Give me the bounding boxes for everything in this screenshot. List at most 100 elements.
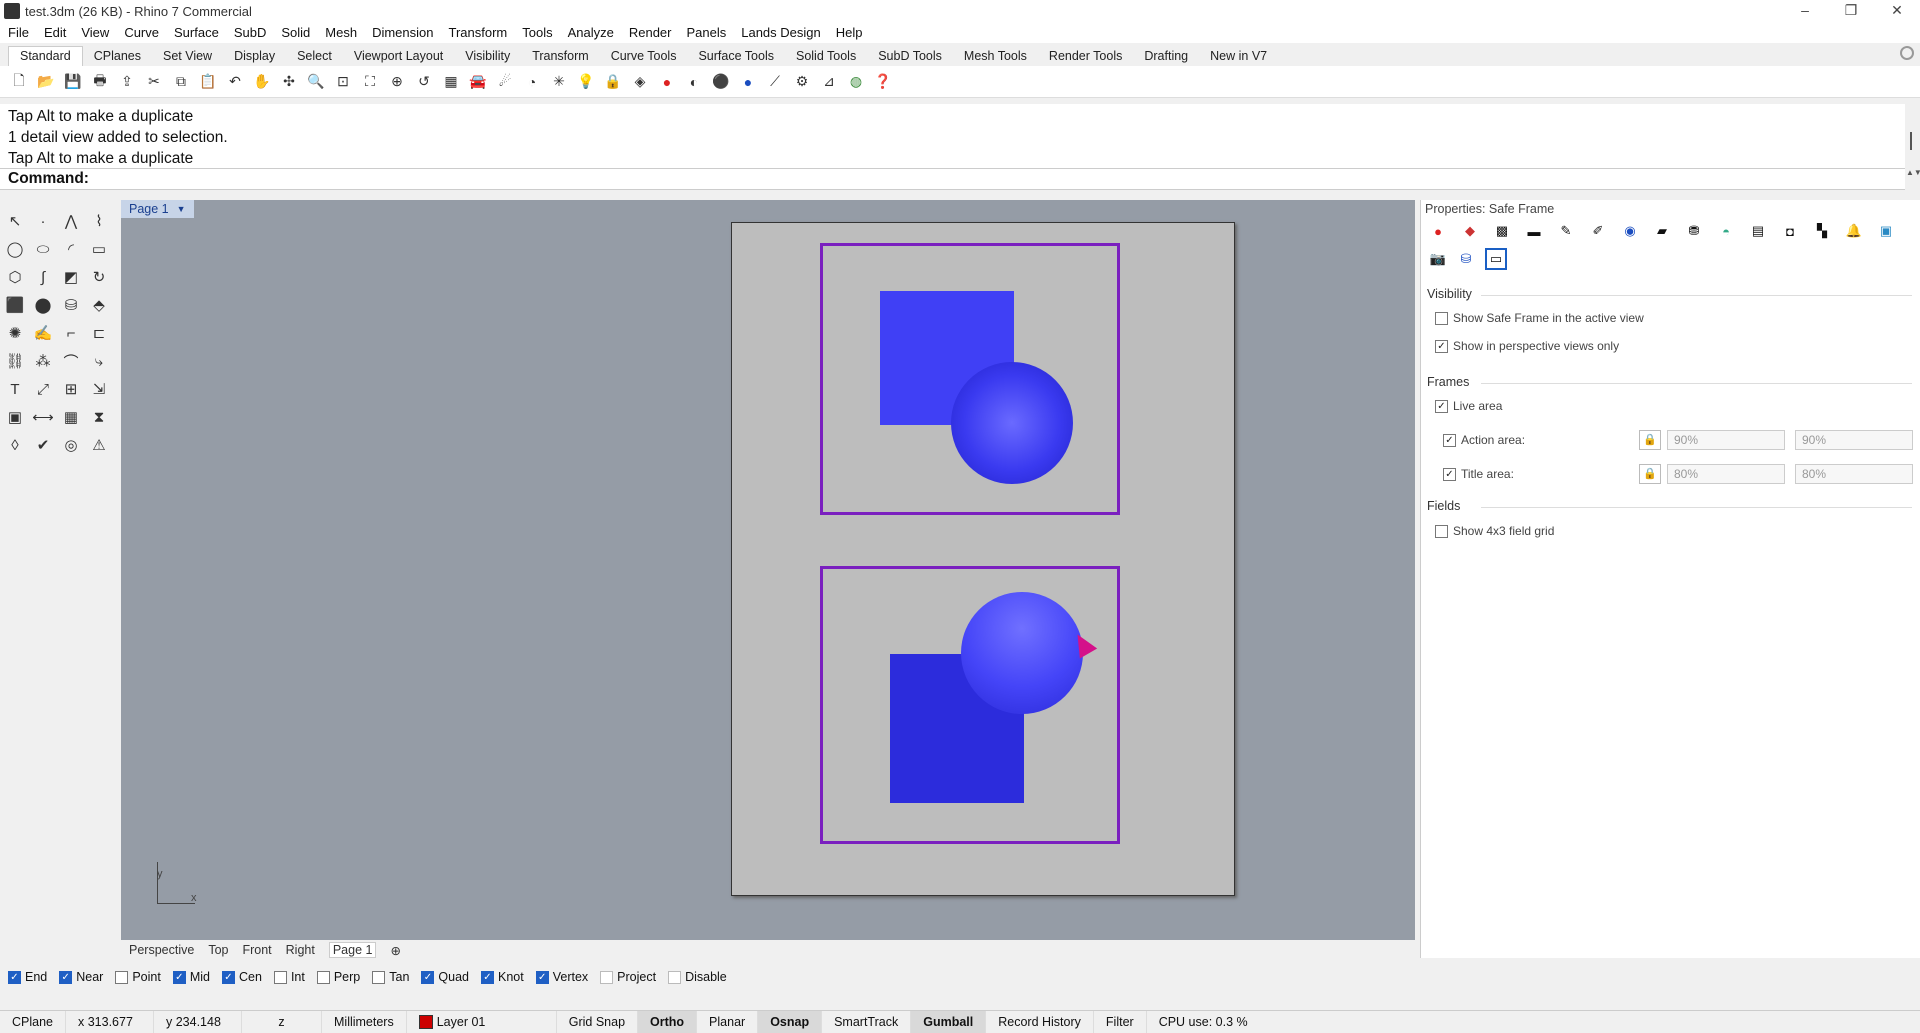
osnap-end[interactable]: ✓ End <box>8 970 47 984</box>
minimize-button[interactable]: – <box>1782 0 1828 22</box>
tab-new-in-v7[interactable]: New in V7 <box>1199 47 1278 66</box>
help-icon[interactable]: ❓ <box>872 71 894 93</box>
join-icon[interactable]: ⛓ <box>4 350 26 372</box>
revolve-icon[interactable]: ↻ <box>88 266 110 288</box>
show-field-grid-row[interactable]: Show 4x3 field grid <box>1435 524 1554 538</box>
move-icon[interactable]: ⤢ <box>32 378 54 400</box>
osnap-disable[interactable]: Disable <box>668 970 727 984</box>
paste-icon[interactable]: 📋 <box>197 71 219 93</box>
pan-icon[interactable]: ✋ <box>251 71 273 93</box>
osnap-perp[interactable]: Perp <box>316 970 360 984</box>
detail-view-top[interactable] <box>820 243 1120 515</box>
print-icon[interactable]: 🖶 <box>89 71 111 93</box>
osnap-project-checkbox[interactable] <box>600 970 614 984</box>
mesh-icon[interactable]: ✺ <box>4 322 26 344</box>
tab-select[interactable]: Select <box>286 47 343 66</box>
four-viewports-icon[interactable]: ▦ <box>440 71 462 93</box>
title-area-lock-icon[interactable]: 🔒 <box>1639 464 1661 484</box>
tab-mesh-tools[interactable]: Mesh Tools <box>953 47 1038 66</box>
command-scrollbar[interactable]: ▲▼ <box>1906 104 1920 190</box>
osnap-near-checkbox[interactable]: ✓ <box>59 970 73 984</box>
live-area-checkbox[interactable]: ✓ <box>1435 399 1448 413</box>
tab-perspective[interactable]: Perspective <box>129 943 194 957</box>
trim-icon[interactable]: ⌒ <box>60 350 82 372</box>
menu-lands-design[interactable]: Lands Design <box>741 25 821 40</box>
show-field-grid-checkbox[interactable] <box>1435 524 1448 538</box>
menu-file[interactable]: File <box>8 25 29 40</box>
layers-icon[interactable]: ◈ <box>629 71 651 93</box>
surface-icon[interactable]: ◩ <box>60 266 82 288</box>
gear-icon[interactable] <box>1900 46 1914 60</box>
osnap-quad[interactable]: ✓ Quad <box>421 970 469 984</box>
ground-plane-icon[interactable]: ▰ <box>1653 222 1671 240</box>
osnap-perp-checkbox[interactable] <box>316 970 330 984</box>
lock-icon[interactable]: 🔒 <box>602 71 624 93</box>
osnap-tan-checkbox[interactable] <box>372 970 386 984</box>
show-perspective-only-checkbox[interactable]: ✓ <box>1435 339 1448 353</box>
text-icon[interactable]: ✍ <box>32 322 54 344</box>
osnap-mid-checkbox[interactable]: ✓ <box>172 970 186 984</box>
undo-icon[interactable]: ↶ <box>224 71 246 93</box>
show-perspective-only-row[interactable]: ✓ Show in perspective views only <box>1435 339 1619 353</box>
box-icon[interactable]: ⬛ <box>4 294 26 316</box>
status-cplane[interactable]: CPlane <box>0 1010 66 1033</box>
text-object-icon[interactable]: T <box>4 378 26 400</box>
chevron-down-icon[interactable]: ▼ <box>177 204 186 214</box>
circle-icon[interactable]: ◯ <box>4 238 26 260</box>
boolean-icon[interactable]: ⬤ <box>32 294 54 316</box>
menu-subd[interactable]: SubD <box>234 25 267 40</box>
menu-dimension[interactable]: Dimension <box>372 25 433 40</box>
menu-transform[interactable]: Transform <box>448 25 507 40</box>
tab-curve-tools[interactable]: Curve Tools <box>600 47 688 66</box>
options-icon[interactable]: ⚙ <box>791 71 813 93</box>
osnap-disable-checkbox[interactable] <box>668 970 682 984</box>
tab-cplanes[interactable]: CPlanes <box>83 47 152 66</box>
status-record-history[interactable]: Record History <box>986 1010 1094 1033</box>
color-wheel-icon[interactable]: ● <box>656 71 678 93</box>
live-area-row[interactable]: ✓ Live area <box>1435 399 1502 413</box>
osnap-end-checkbox[interactable]: ✓ <box>8 970 21 984</box>
layout-viewport[interactable]: Page 1 ▼ y x <box>121 200 1415 940</box>
save-icon[interactable]: 💾 <box>62 71 84 93</box>
osnap-int-checkbox[interactable] <box>273 970 287 984</box>
tab-drafting[interactable]: Drafting <box>1133 47 1199 66</box>
tab-top[interactable]: Top <box>208 943 228 957</box>
rectangle-icon[interactable]: ▭ <box>88 238 110 260</box>
undo-view-icon[interactable]: ↺ <box>413 71 435 93</box>
tab-display[interactable]: Display <box>223 47 286 66</box>
tab-page-1[interactable]: Page 1 <box>328 942 377 958</box>
rotate-view-icon[interactable]: ✣ <box>278 71 300 93</box>
osnap-vertex-checkbox[interactable]: ✓ <box>535 970 549 984</box>
tab-transform[interactable]: Transform <box>521 47 600 66</box>
tab-right[interactable]: Right <box>286 943 315 957</box>
document-icon[interactable]: ▤ <box>1749 222 1767 240</box>
osnap-knot[interactable]: ✓ Knot <box>481 970 524 984</box>
status-units[interactable]: Millimeters <box>322 1010 407 1033</box>
status-grid-snap[interactable]: Grid Snap <box>557 1010 639 1033</box>
material-icon[interactable]: ◆ <box>1461 222 1479 240</box>
show-safe-frame-row[interactable]: Show Safe Frame in the active view <box>1435 311 1644 325</box>
tab-front[interactable]: Front <box>242 943 271 957</box>
tab-visibility[interactable]: Visibility <box>454 47 521 66</box>
split-icon[interactable]: ⤷ <box>88 350 110 372</box>
osnap-cen-checkbox[interactable]: ✓ <box>222 970 235 984</box>
grid-array-icon[interactable]: ▦ <box>60 406 82 428</box>
zoom-selected-icon[interactable]: ⊕ <box>386 71 408 93</box>
array-icon[interactable]: ⊞ <box>60 378 82 400</box>
menu-render[interactable]: Render <box>629 25 672 40</box>
shaded-icon[interactable]: ◐ <box>683 71 705 93</box>
osnap-quad-checkbox[interactable]: ✓ <box>421 970 435 984</box>
tab-solid-tools[interactable]: Solid Tools <box>785 47 867 66</box>
menu-mesh[interactable]: Mesh <box>325 25 357 40</box>
title-area-checkbox[interactable]: ✓ <box>1443 467 1456 481</box>
camera-small-icon[interactable]: ◘ <box>1781 222 1799 240</box>
layout-icon[interactable]: ⚠ <box>88 434 110 456</box>
title-area-height-input[interactable]: 80% <box>1795 464 1913 484</box>
polygon-icon[interactable]: ⬡ <box>4 266 26 288</box>
libraries-icon[interactable]: ⛃ <box>1685 222 1703 240</box>
open-file-icon[interactable]: 📂 <box>35 71 57 93</box>
globe-icon[interactable]: ◍ <box>845 71 867 93</box>
new-file-icon[interactable]: 🗋 <box>8 71 30 93</box>
copy-icon[interactable]: ⧉ <box>170 71 192 93</box>
title-area-row[interactable]: ✓ Title area: <box>1443 467 1514 481</box>
